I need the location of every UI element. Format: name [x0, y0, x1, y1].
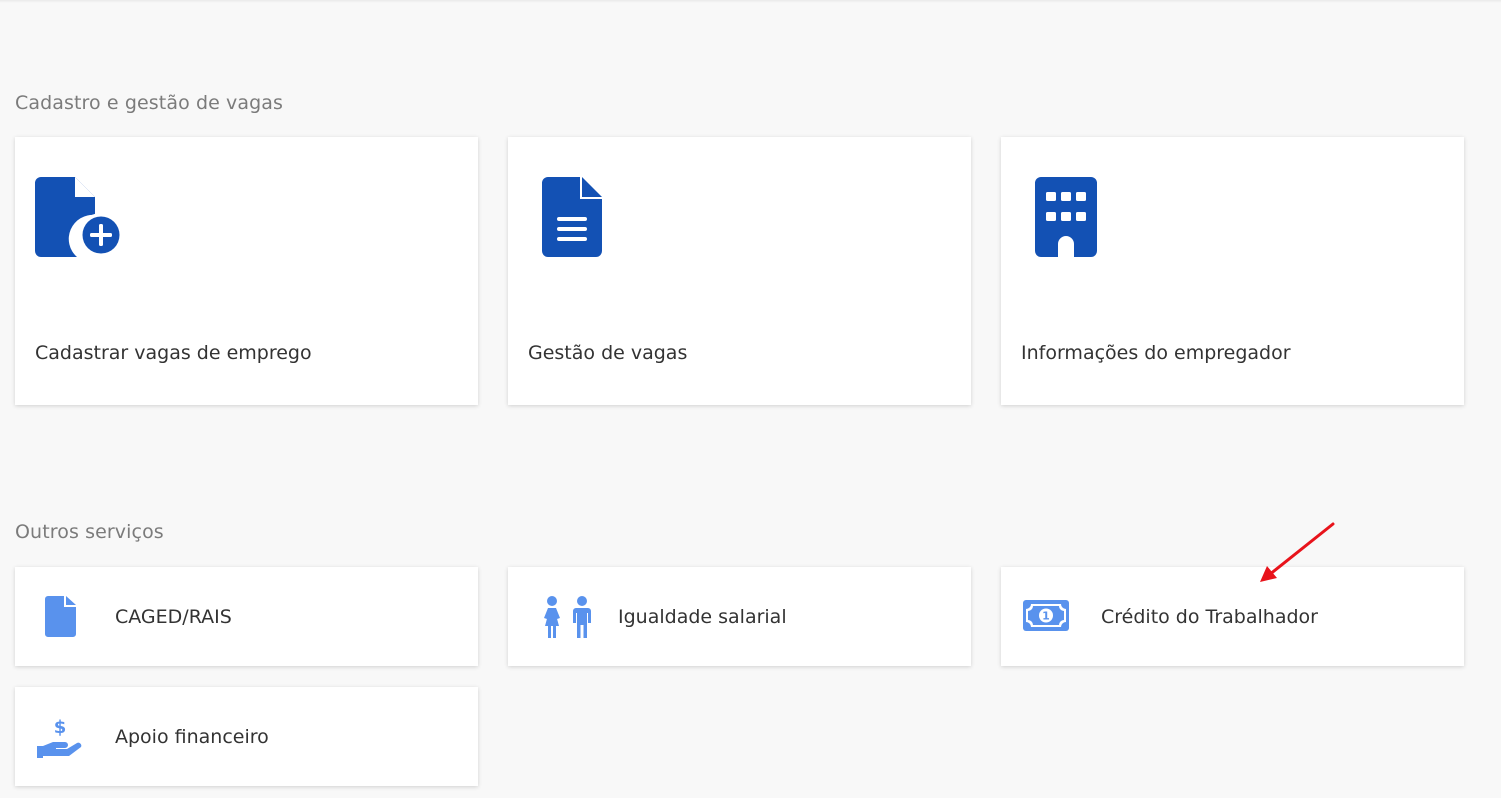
card-credito-trabalhador[interactable]: 1 Crédito do Trabalhador — [1001, 567, 1464, 666]
card-apoio-financeiro[interactable]: $ Apoio financeiro — [15, 687, 478, 786]
card-igualdade-salarial[interactable]: Igualdade salarial — [508, 567, 971, 666]
people-icon — [538, 596, 598, 642]
file-lines-icon — [542, 177, 604, 263]
hand-dollar-icon: $ — [37, 716, 83, 762]
top-shadow — [0, 0, 1501, 3]
card-label: Gestão de vagas — [528, 342, 688, 364]
card-label: Apoio financeiro — [115, 726, 269, 748]
card-label: CAGED/RAIS — [115, 606, 232, 628]
file-icon — [45, 596, 76, 641]
section-title-outros: Outros serviços — [15, 521, 164, 543]
card-gestao-vagas[interactable]: Gestão de vagas — [508, 137, 971, 405]
card-cadastrar-vagas[interactable]: Cadastrar vagas de emprego — [15, 137, 478, 405]
card-label: Cadastrar vagas de emprego — [35, 342, 312, 364]
svg-text:1: 1 — [1042, 610, 1050, 623]
card-label: Igualdade salarial — [618, 606, 787, 628]
card-label: Informações do empregador — [1021, 342, 1291, 364]
card-caged-rais[interactable]: CAGED/RAIS — [15, 567, 478, 666]
svg-text:$: $ — [54, 717, 67, 738]
annotation-arrow — [1260, 522, 1335, 582]
file-plus-icon — [35, 177, 127, 263]
money-bill-icon: 1 — [1023, 600, 1071, 636]
building-icon — [1035, 177, 1097, 263]
section-title-vagas: Cadastro e gestão de vagas — [15, 92, 284, 114]
card-informacoes-empregador[interactable]: Informações do empregador — [1001, 137, 1464, 405]
